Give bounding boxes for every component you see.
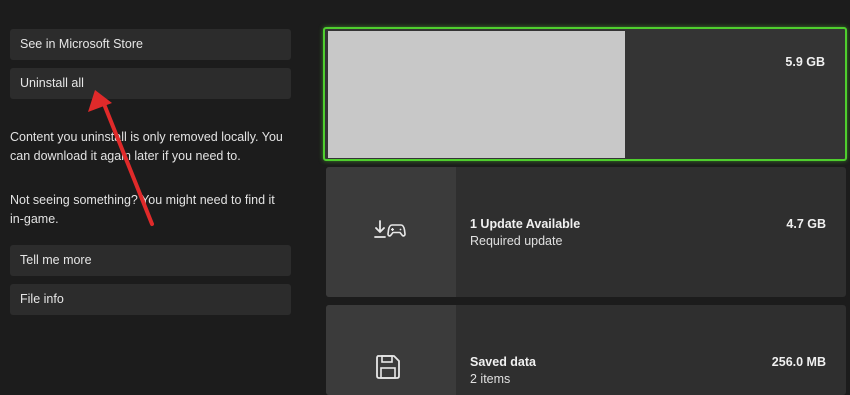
update-title: 1 Update Available bbox=[470, 217, 581, 231]
saved-data-subtitle: 2 items bbox=[470, 372, 511, 386]
game-thumbnail bbox=[328, 31, 625, 158]
saved-data-size: 256.0 MB bbox=[771, 355, 826, 369]
see-in-store-button[interactable]: See in Microsoft Store bbox=[10, 29, 291, 60]
uninstall-all-button[interactable]: Uninstall all bbox=[10, 68, 291, 99]
uninstall-note: Content you uninstall is only removed lo… bbox=[10, 130, 283, 163]
update-card[interactable]: 1 Update Available Required update 4.7 G… bbox=[326, 167, 846, 297]
file-info-button[interactable]: File info bbox=[10, 284, 291, 315]
download-controller-icon bbox=[374, 220, 406, 238]
game-size: 5.9 GB bbox=[785, 55, 825, 69]
saved-data-card[interactable]: Saved data 2 items 256.0 MB bbox=[326, 305, 846, 395]
saved-data-title: Saved data bbox=[470, 355, 537, 369]
update-size: 4.7 GB bbox=[786, 217, 826, 231]
update-tile bbox=[326, 167, 456, 297]
save-disk-icon bbox=[376, 355, 400, 379]
game-card[interactable]: 5.9 GB bbox=[323, 27, 847, 161]
not-seeing-note: Not seeing something? You might need to … bbox=[10, 193, 275, 226]
tell-me-more-button[interactable]: Tell me more bbox=[10, 245, 291, 276]
saved-data-tile bbox=[326, 305, 456, 395]
update-subtitle: Required update bbox=[470, 234, 563, 248]
left-panel: See in Microsoft Store Uninstall all Con… bbox=[10, 0, 292, 391]
